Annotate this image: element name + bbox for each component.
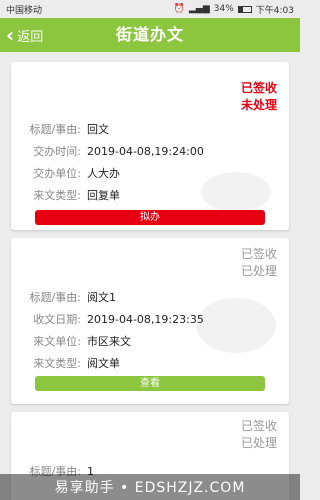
- field-label: 标题/事由:: [29, 123, 81, 136]
- card-status: 已签收 已处理: [241, 418, 277, 452]
- app-bar: 街道办文 ‹ 返回: [0, 18, 300, 52]
- field-value: 阅文单: [87, 357, 120, 370]
- field-value: 回复单: [87, 189, 120, 202]
- field-row: 标题/事由: 阅文1: [11, 286, 289, 308]
- field-value: 回文: [87, 123, 109, 136]
- field-label: 交办单位:: [33, 167, 81, 180]
- card-status: 已签收 已处理: [241, 246, 277, 280]
- status-signed: 已签收: [240, 419, 277, 433]
- clock: 下午4:03: [255, 5, 294, 16]
- field-label: 标题/事由:: [29, 291, 81, 304]
- field-row: 收文日期: 2019-04-08,19:23:35: [11, 308, 289, 330]
- status-bar: 中国移动 ⏰ ▂▄▆ 34% 下午4:03: [0, 0, 300, 18]
- field-label: 来文类型:: [33, 357, 81, 370]
- field-value: 2019-04-08,19:23:35: [87, 312, 204, 326]
- field-label: 来文类型:: [33, 189, 81, 202]
- status-processing: 未处理: [240, 98, 277, 112]
- field-value: 2019-04-08,19:24:00: [87, 144, 204, 158]
- field-row: 来文单位: 市区来文: [11, 330, 289, 352]
- alarm-icon: ⏰: [173, 4, 185, 14]
- status-indicators: ⏰ ▂▄▆ 34% 下午4:03: [174, 3, 294, 16]
- field-label: 交办时间:: [33, 145, 81, 158]
- status-processed: 已处理: [240, 264, 277, 278]
- card-status: 已签收 未处理: [241, 80, 277, 114]
- field-value: 人大办: [87, 167, 120, 180]
- field-label: 收文日期:: [33, 313, 81, 326]
- chevron-left-icon: ‹: [6, 23, 15, 47]
- carrier-label: 中国移动: [6, 5, 43, 16]
- page-title: 街道办文: [115, 25, 184, 44]
- view-button[interactable]: 查看: [35, 376, 265, 391]
- back-label: 返回: [17, 29, 44, 45]
- signal-icon: ▂▄▆: [189, 4, 210, 14]
- status-processed: 已处理: [240, 436, 277, 450]
- status-signed: 已签收: [240, 81, 277, 95]
- battery-percent: 34%: [213, 4, 234, 14]
- status-signed: 已签收: [240, 247, 277, 261]
- field-row: 交办时间: 2019-04-08,19:24:00: [11, 140, 289, 162]
- document-card[interactable]: 已签收 已处理 标题/事由: 阅文1 收文日期: 2019-04-08,19:2…: [11, 238, 289, 404]
- battery-icon: [237, 5, 252, 13]
- document-list[interactable]: 已签收 未处理 标题/事由: 回文 交办时间: 2019-04-08,19:24…: [0, 52, 300, 500]
- field-row: 标题/事由: 回文: [11, 118, 289, 140]
- field-row: 交办单位: 人大办: [11, 162, 289, 184]
- field-label: 来文单位:: [33, 335, 81, 348]
- field-value: 市区来文: [87, 335, 131, 348]
- back-button[interactable]: ‹ 返回: [6, 18, 43, 52]
- field-row: 来文类型: 回复单: [11, 184, 289, 206]
- watermark: 易享助手 • EDSHZJZ.COM: [0, 474, 300, 500]
- field-row: 来文类型: 阅文单: [11, 352, 289, 374]
- document-card[interactable]: 已签收 未处理 标题/事由: 回文 交办时间: 2019-04-08,19:24…: [11, 62, 289, 230]
- draft-button[interactable]: 拟办: [35, 210, 265, 225]
- field-value: 阅文1: [87, 291, 116, 304]
